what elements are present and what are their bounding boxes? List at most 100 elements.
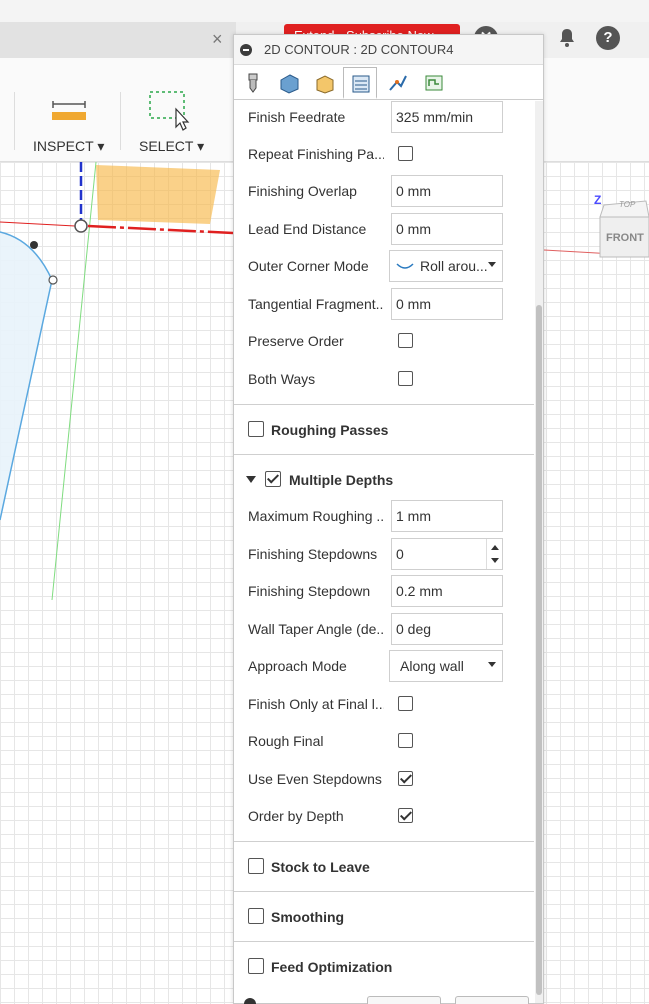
finishing-stepdowns-row: Finishing Stepdowns 0 [234, 538, 534, 570]
roughing-passes-section[interactable]: Roughing Passes [234, 404, 534, 454]
finishing-stepdown-row: Finishing Stepdown 0.2 mm [234, 575, 534, 607]
finishing-stepdown-input[interactable]: 0.2 mm [391, 575, 503, 607]
order-by-depth-checkbox[interactable] [398, 808, 413, 823]
geometry-tab[interactable] [272, 67, 306, 99]
finish-feedrate-row: Finish Feedrate 325 mm/min [234, 101, 534, 133]
rough-final-row: Rough Final [234, 725, 534, 757]
view-cube[interactable]: Z TOP FRONT [594, 193, 649, 259]
use-even-stepdowns-checkbox[interactable] [398, 771, 413, 786]
scrollbar-thumb[interactable] [536, 305, 542, 995]
tangential-fragment-input[interactable]: 0 mm [391, 288, 503, 320]
rough-final-checkbox[interactable] [398, 733, 413, 748]
section-title: Feed Optimization [271, 959, 393, 975]
close-icon[interactable]: × [212, 30, 223, 48]
field-label: Finishing Stepdown [248, 583, 371, 599]
finish-feedrate-input[interactable]: 325 mm/min [391, 101, 503, 133]
chevron-down-icon [488, 262, 496, 267]
order-by-depth-row: Order by Depth [234, 800, 534, 832]
maximum-roughing-row: Maximum Roughing ... 1 mm [234, 500, 534, 532]
linking-tab[interactable] [381, 67, 415, 99]
use-even-stepdowns-row: Use Even Stepdowns [234, 763, 534, 795]
passes-tab[interactable] [343, 67, 377, 99]
ok-button[interactable] [367, 996, 441, 1004]
chevron-up-icon[interactable] [491, 545, 499, 550]
chevron-down-icon[interactable] [491, 558, 499, 563]
toolbar-divider [120, 92, 121, 150]
section-title: Stock to Leave [271, 859, 370, 875]
stock-to-leave-checkbox[interactable] [248, 858, 264, 874]
finishing-stepdowns-spinner[interactable]: 0 [391, 538, 503, 570]
preserve-order-checkbox[interactable] [398, 333, 413, 348]
inspect-menu[interactable]: INSPECT ▾ [33, 138, 104, 155]
wall-taper-angle-row: Wall Taper Angle (de... 0 deg [234, 613, 534, 645]
outer-corner-mode-select[interactable]: Roll arou... [389, 250, 503, 282]
smoothing-checkbox[interactable] [248, 908, 264, 924]
select-window-icon[interactable] [149, 91, 193, 134]
finish-only-at-final-row: Finish Only at Final l... [234, 688, 534, 720]
field-label: Tangential Fragment... [248, 296, 384, 312]
field-label: Repeat Finishing Pa... [248, 146, 384, 162]
post-tab[interactable] [417, 67, 451, 99]
chevron-down-icon [488, 662, 496, 667]
feed-optimization-section[interactable]: Feed Optimization [234, 941, 534, 991]
z-axis-label: Z [594, 193, 602, 207]
viewcube-front-label[interactable]: FRONT [606, 232, 644, 244]
dialog-title: 2D CONTOUR : 2D CONTOUR4 [264, 42, 454, 57]
field-label: Finish Only at Final l... [248, 696, 384, 712]
select-value: Roll arou... [420, 258, 488, 274]
field-label: Finishing Overlap [248, 183, 357, 199]
field-label: Outer Corner Mode [248, 258, 369, 274]
expand-arrow-icon[interactable] [246, 476, 256, 483]
feed-optimization-checkbox[interactable] [248, 958, 264, 974]
os-title-strip [0, 0, 649, 22]
spinner-buttons[interactable] [486, 539, 502, 569]
field-label: Maximum Roughing ... [248, 508, 384, 524]
measure-icon[interactable] [51, 100, 87, 125]
wall-taper-angle-input[interactable]: 0 deg [391, 613, 503, 645]
field-label: Approach Mode [248, 658, 347, 674]
select-menu[interactable]: SELECT ▾ [139, 138, 204, 155]
roughing-passes-checkbox[interactable] [248, 421, 264, 437]
finishing-overlap-input[interactable]: 0 mm [391, 175, 503, 207]
dialog-tab-row [234, 66, 543, 100]
dialog-title-bar[interactable]: 2D CONTOUR : 2D CONTOUR4 [234, 35, 543, 65]
repeat-finishing-row: Repeat Finishing Pa... [234, 138, 534, 170]
preserve-order-row: Preserve Order [234, 325, 534, 357]
tool-tab[interactable] [236, 67, 270, 99]
both-ways-checkbox[interactable] [398, 371, 413, 386]
help-icon[interactable]: ? [596, 26, 620, 50]
field-label: Use Even Stepdowns [248, 771, 382, 787]
field-label: Lead End Distance [248, 221, 367, 237]
field-label: Order by Depth [248, 808, 344, 824]
field-label: Rough Final [248, 733, 324, 749]
document-tab[interactable] [0, 22, 236, 58]
approach-mode-select[interactable]: Along wall [389, 650, 503, 682]
tangential-fragment-row: Tangential Fragment... 0 mm [234, 288, 534, 320]
dialog-scroll-area: Finish Feedrate 325 mm/min Repeat Finish… [234, 101, 537, 1003]
roll-around-icon [396, 263, 414, 269]
multiple-depths-checkbox[interactable] [265, 471, 281, 487]
approach-mode-row: Approach Mode Along wall [234, 650, 534, 682]
info-icon[interactable] [244, 998, 256, 1004]
select-value: Along wall [400, 658, 464, 674]
repeat-finishing-checkbox[interactable] [398, 146, 413, 161]
viewcube-top-label[interactable]: TOP [619, 200, 635, 209]
collapse-icon[interactable] [240, 44, 252, 56]
field-label: Finishing Stepdowns [248, 546, 378, 562]
stock-to-leave-section[interactable]: Stock to Leave [234, 841, 534, 891]
field-label: Wall Taper Angle (de... [248, 621, 384, 637]
bell-icon[interactable] [555, 26, 579, 50]
heights-tab[interactable] [308, 67, 342, 99]
finishing-overlap-row: Finishing Overlap 0 mm [234, 175, 534, 207]
cancel-button[interactable] [455, 996, 529, 1004]
section-title: Roughing Passes [271, 422, 389, 438]
lead-end-distance-input[interactable]: 0 mm [391, 213, 503, 245]
field-label: Preserve Order [248, 333, 344, 349]
smoothing-section[interactable]: Smoothing [234, 891, 534, 941]
toolbar-divider [14, 92, 15, 150]
maximum-roughing-input[interactable]: 1 mm [391, 500, 503, 532]
lead-end-distance-row: Lead End Distance 0 mm [234, 213, 534, 245]
field-label: Finish Feedrate [248, 109, 346, 125]
finish-only-at-final-checkbox[interactable] [398, 696, 413, 711]
multiple-depths-section[interactable]: Multiple Depths [234, 454, 534, 504]
